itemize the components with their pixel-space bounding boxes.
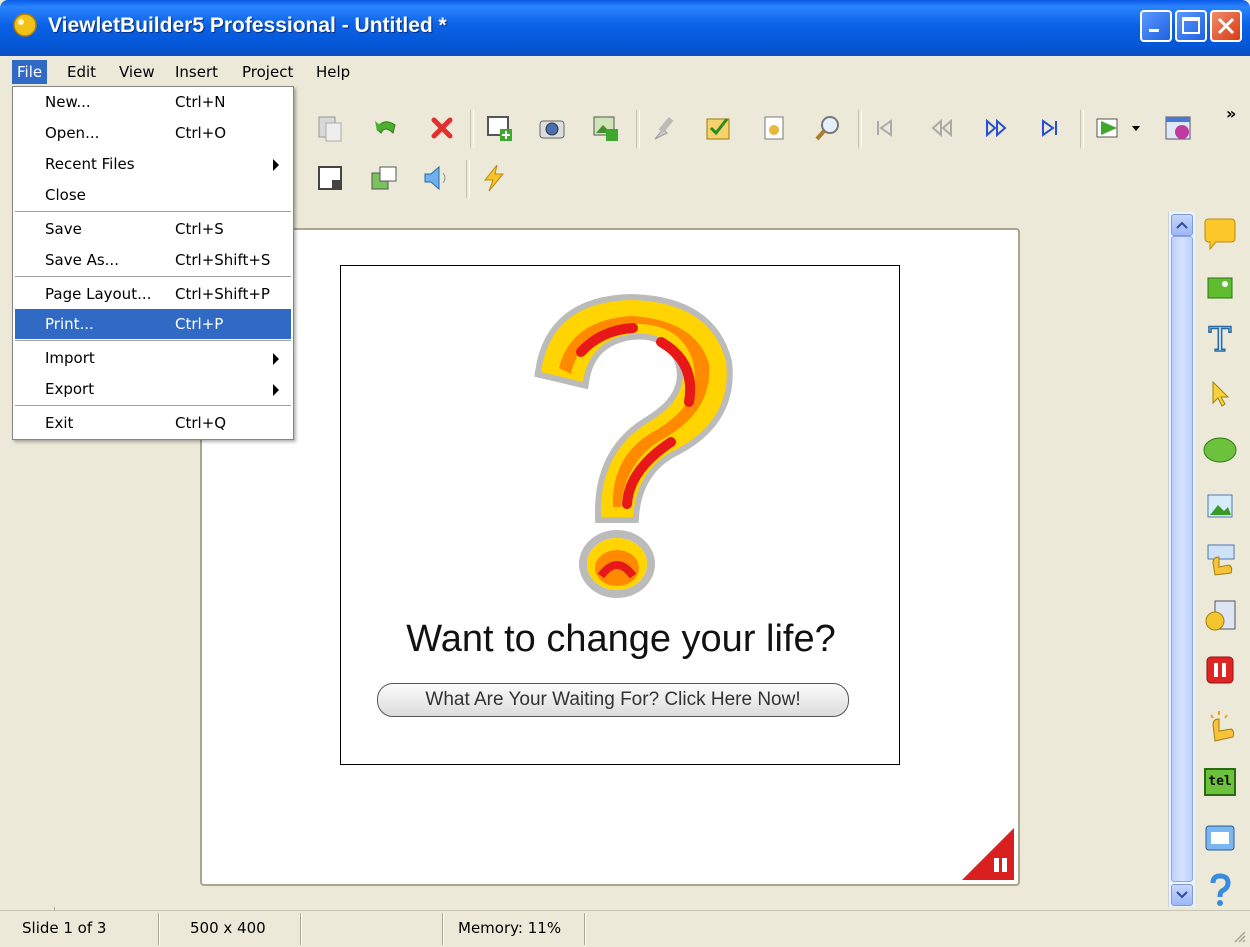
camera-icon[interactable]	[534, 110, 570, 146]
chevron-down-icon	[1176, 891, 1188, 899]
object-toolbar: T tel	[1196, 212, 1246, 912]
play-dropdown-icon[interactable]	[1126, 110, 1146, 146]
delete-icon[interactable]	[424, 110, 460, 146]
zoom-icon[interactable]	[810, 110, 846, 146]
menu-bar: File Edit View Insert Project Help	[0, 56, 1250, 86]
file-menu-item-export[interactable]: Export	[15, 374, 291, 404]
window-tool-icon[interactable]	[1202, 820, 1238, 856]
toolbar-overflow-button[interactable]: »	[1226, 104, 1236, 123]
file-menu-item-exit[interactable]: Exit Ctrl+Q	[15, 408, 291, 438]
file-menu-item-close[interactable]: Close	[15, 180, 291, 210]
file-menu-item-page-layout[interactable]: Page Layout... Ctrl+Shift+P	[15, 279, 291, 309]
scroll-thumb[interactable]	[1171, 236, 1193, 882]
status-slide-info: Slide 1 of 3	[22, 919, 107, 937]
file-menu-dropdown: New... Ctrl+N Open... Ctrl+O Recent Files …	[12, 86, 294, 440]
menu-help[interactable]: Help	[311, 60, 355, 84]
close-button[interactable]	[1210, 10, 1242, 42]
status-bar: Slide 1 of 3 500 x 400 Memory: 11%	[0, 910, 1250, 947]
picture-tool-icon[interactable]	[1202, 488, 1238, 524]
new-slide-icon[interactable]	[482, 110, 518, 146]
button-tool-icon[interactable]	[1202, 542, 1238, 578]
caption-tool-icon[interactable]	[1202, 216, 1238, 252]
submenu-arrow-icon	[273, 384, 279, 396]
brush-icon[interactable]	[646, 110, 682, 146]
minimize-button[interactable]	[1140, 10, 1172, 42]
file-menu-item-save[interactable]: Save Ctrl+S	[15, 214, 291, 244]
file-menu-item-open[interactable]: Open... Ctrl+O	[15, 118, 291, 148]
maximize-button[interactable]	[1175, 10, 1207, 42]
file-menu-item-save-as[interactable]: Save As... Ctrl+Shift+S	[15, 245, 291, 275]
file-menu-item-recent-files[interactable]: Recent Files	[15, 149, 291, 179]
next-slide-icon[interactable]	[978, 110, 1014, 146]
cursor-tool-icon[interactable]	[1202, 376, 1238, 412]
media-tool-icon[interactable]	[1202, 598, 1238, 634]
checklist-icon[interactable]	[700, 110, 736, 146]
status-memory: Memory: 11%	[458, 919, 562, 937]
question-mark-image[interactable]	[521, 292, 741, 602]
shape-tool-icon[interactable]	[1202, 432, 1238, 468]
window-title: ViewletBuilder5 Professional - Untitled …	[48, 14, 447, 37]
slide-background-icon[interactable]	[312, 160, 348, 196]
publish-icon[interactable]	[1160, 110, 1196, 146]
last-slide-icon[interactable]	[1032, 110, 1068, 146]
minimize-icon	[1149, 29, 1159, 32]
text-box-tool-icon[interactable]: tel	[1202, 764, 1238, 800]
maximize-icon	[1182, 17, 1200, 34]
pause-marker-icon[interactable]	[962, 828, 1014, 880]
vertical-scrollbar[interactable]	[1168, 212, 1195, 907]
audio-icon[interactable]	[418, 160, 454, 196]
paste-icon[interactable]	[312, 110, 348, 146]
click-tool-icon[interactable]	[1202, 708, 1238, 744]
submenu-arrow-icon	[273, 159, 279, 171]
lightning-icon[interactable]	[476, 160, 512, 196]
help-icon[interactable]	[1202, 872, 1238, 908]
app-logo-icon	[13, 13, 37, 37]
scroll-down-button[interactable]	[1171, 884, 1193, 906]
document-settings-icon[interactable]	[756, 110, 792, 146]
image-tool-icon[interactable]	[1202, 270, 1238, 306]
slide-headline: Want to change your life?	[406, 618, 836, 660]
chevron-up-icon	[1176, 221, 1188, 229]
menu-edit[interactable]: Edit	[62, 60, 101, 84]
text-tool-icon[interactable]: T	[1202, 319, 1238, 361]
file-menu-item-new[interactable]: New... Ctrl+N	[15, 87, 291, 117]
pause-tool-icon[interactable]	[1202, 652, 1238, 688]
status-dimensions: 500 x 400	[190, 919, 266, 937]
close-icon	[1217, 17, 1235, 35]
menu-file[interactable]: File	[12, 60, 48, 84]
scroll-up-button[interactable]	[1171, 214, 1193, 236]
previous-slide-icon[interactable]	[924, 110, 960, 146]
menu-insert[interactable]: Insert	[170, 60, 223, 84]
menu-view[interactable]: View	[114, 60, 160, 84]
add-image-icon[interactable]	[588, 110, 624, 146]
title-bar[interactable]: ViewletBuilder5 Professional - Untitled …	[0, 0, 1250, 56]
slide-layout-icon[interactable]	[366, 160, 402, 196]
undo-icon[interactable]	[368, 110, 404, 146]
slide-content[interactable]: Want to change your life? What Are Your …	[340, 265, 900, 765]
cta-button[interactable]: What Are Your Waiting For? Click Here No…	[377, 683, 849, 717]
first-slide-icon[interactable]	[866, 110, 902, 146]
resize-grip-icon[interactable]	[1232, 929, 1246, 943]
menu-project[interactable]: Project	[237, 60, 298, 84]
file-menu-item-print[interactable]: Print... Ctrl+P	[15, 309, 291, 339]
submenu-arrow-icon	[273, 353, 279, 365]
play-icon[interactable]	[1090, 110, 1126, 146]
file-menu-item-import[interactable]: Import	[15, 343, 291, 373]
